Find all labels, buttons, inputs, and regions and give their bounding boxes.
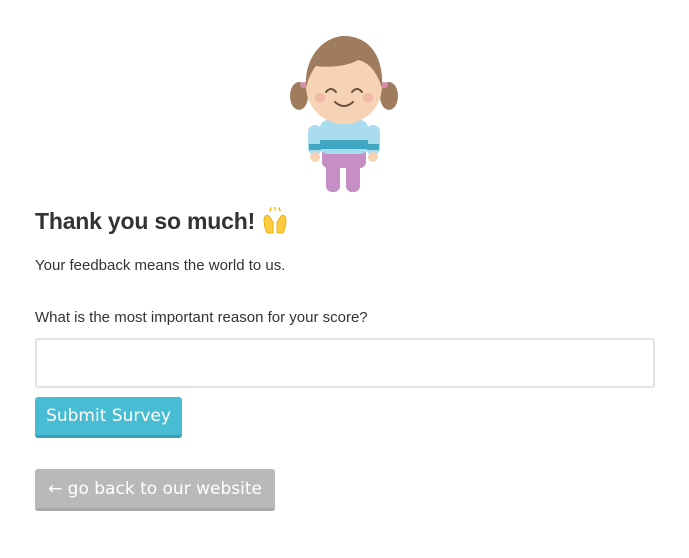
girl-illustration (286, 30, 402, 196)
feedback-thanks-message: Your feedback means the world to us. (35, 257, 286, 274)
submit-survey-button[interactable]: Submit Survey (35, 397, 182, 438)
heading-text: Thank you so much! (35, 207, 256, 234)
survey-question-label: What is the most important reason for yo… (35, 309, 368, 326)
back-to-website-button[interactable]: ← go back to our website (35, 469, 275, 511)
raising-hands-icon (261, 206, 289, 235)
reason-input[interactable] (35, 338, 655, 388)
thank-you-heading: Thank you so much! (35, 206, 289, 235)
